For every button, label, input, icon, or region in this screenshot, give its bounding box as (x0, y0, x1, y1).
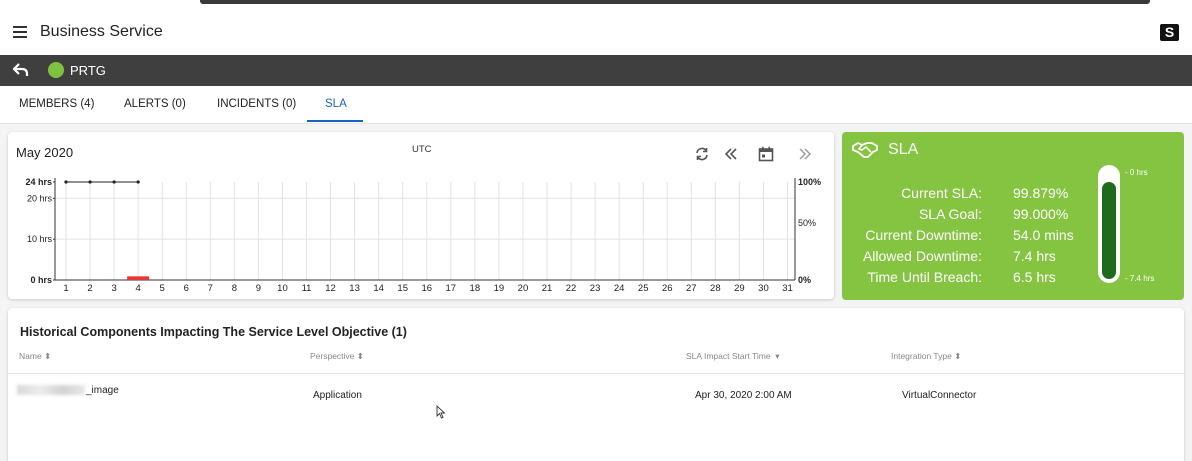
x-tick-label: 30 (758, 283, 769, 294)
sla-card-title: SLA (888, 141, 919, 158)
x-tick-label: 4 (136, 283, 141, 294)
x-tick-label: 29 (734, 283, 745, 294)
x-tick-label: 28 (710, 283, 721, 294)
x-tick-label: 11 (302, 283, 312, 294)
sort-icon: ⬍ (44, 351, 52, 361)
time-until-breach-value: 6.5 hrs (1013, 269, 1056, 285)
y-tick-label: 0 hrs (30, 275, 52, 285)
x-tick-label: 13 (349, 283, 360, 294)
x-tick-label: 18 (470, 283, 481, 294)
redacted-name (17, 385, 85, 395)
gauge-bottom-label: - 7.4 hrs (1125, 274, 1155, 283)
uptime-point (136, 180, 140, 184)
x-tick-label: 16 (421, 283, 432, 294)
uptime-point (112, 180, 116, 184)
y-tick-label: 10 hrs (27, 234, 53, 244)
time-until-breach-label: Time Until Breach: (867, 269, 982, 285)
x-tick-label: 22 (566, 283, 577, 294)
downtime-gauge-fill (1102, 182, 1116, 279)
x-tick-label: 17 (446, 283, 457, 294)
allowed-downtime-label: Allowed Downtime: (862, 248, 982, 264)
y-tick-label: 24 hrs (25, 177, 52, 187)
column-header-start-time[interactable]: SLA Impact Start Time ▾ (686, 351, 780, 362)
x-tick-label: 27 (686, 283, 697, 294)
sort-icon: ⬍ (954, 351, 962, 361)
x-tick-label: 1 (63, 283, 68, 294)
sla-goal-value: 99.000% (1013, 206, 1069, 222)
header-divider (8, 373, 1184, 374)
brand-logo-icon: S (1160, 24, 1179, 41)
sort-icon: ⬍ (356, 351, 364, 361)
row-name-suffix: _image (86, 385, 119, 396)
column-header-name[interactable]: Name ⬍ (19, 351, 51, 362)
row-start-time: Apr 30, 2020 2:00 AM (695, 390, 792, 401)
x-tick-label: 23 (590, 283, 601, 294)
x-tick-label: 21 (542, 283, 553, 294)
gauge-top-label: - 0 hrs (1125, 168, 1148, 177)
x-tick-label: 24 (614, 283, 625, 294)
current-sla-value: 99.879% (1013, 185, 1069, 201)
x-tick-label: 19 (494, 283, 505, 294)
x-tick-label: 3 (111, 283, 116, 294)
y-tick-label: 20 hrs (27, 193, 53, 203)
uptime-point (64, 180, 68, 184)
x-tick-label: 6 (184, 283, 189, 294)
row-perspective: Application (313, 390, 362, 401)
x-tick-label: 31 (782, 283, 793, 294)
x-tick-label: 9 (256, 283, 261, 294)
sort-desc-icon: ▾ (775, 351, 780, 361)
x-tick-label: 5 (160, 283, 165, 294)
current-downtime-label: Current Downtime: (865, 227, 982, 243)
y2-tick-label: 50% (798, 218, 816, 228)
uptime-point (88, 180, 92, 184)
column-header-perspective[interactable]: Perspective ⬍ (310, 351, 364, 362)
x-tick-label: 15 (397, 283, 408, 294)
y2-tick-label: 100% (798, 177, 821, 187)
x-tick-label: 12 (325, 283, 336, 294)
current-sla-label: Current SLA: (901, 185, 982, 201)
x-tick-label: 7 (208, 283, 213, 294)
y2-tick-label: 0% (798, 275, 811, 285)
x-tick-label: 2 (87, 283, 92, 294)
sla-bar-chart: 24 hrs20 hrs10 hrs0 hrs100%50%0%1 2 3 4 5 6 7 8… (25, 177, 821, 294)
x-tick-label: 8 (232, 283, 237, 294)
column-header-integration[interactable]: Integration Type ⬍ (891, 351, 961, 362)
history-table-title: Historical Components Impacting The Serv… (20, 325, 407, 339)
downtime-bar (127, 276, 150, 280)
x-tick-label: 10 (277, 283, 288, 294)
allowed-downtime-value: 7.4 hrs (1013, 248, 1056, 264)
x-tick-label: 26 (662, 283, 673, 294)
mouse-cursor-icon (436, 405, 446, 419)
row-integration: VirtualConnector (902, 390, 977, 401)
handshake-icon (852, 142, 878, 158)
downtime-gauge (1098, 165, 1120, 283)
current-downtime-value: 54.0 mins (1013, 227, 1074, 243)
x-tick-label: 14 (373, 283, 384, 294)
sla-goal-label: SLA Goal: (918, 206, 982, 222)
x-tick-label: 20 (518, 283, 529, 294)
x-tick-label: 25 (638, 283, 649, 294)
